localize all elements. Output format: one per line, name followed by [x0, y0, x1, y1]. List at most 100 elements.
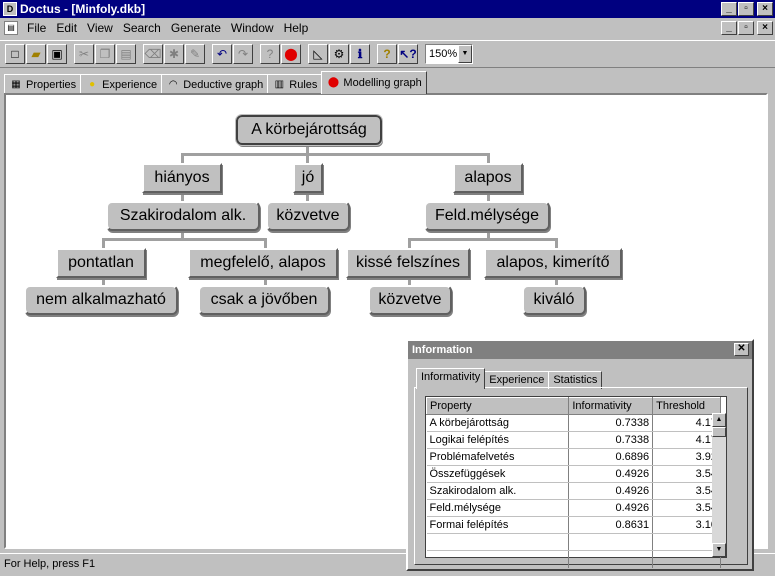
tab-rules[interactable]: ▥ Rules [267, 74, 323, 94]
tab-deductive-graph[interactable]: ◠ Deductive graph [161, 74, 269, 94]
tab-experience[interactable]: ● Experience [80, 74, 163, 94]
graph-node-kozvetve-2[interactable]: közvetve [368, 285, 452, 315]
copy-icon[interactable]: ❐ [95, 44, 115, 64]
graph-node-feld-melysege[interactable]: Feld.mélysége [424, 201, 550, 231]
graph-node-root[interactable]: A körbejárottság [235, 114, 383, 146]
scroll-thumb[interactable] [712, 427, 726, 437]
graph-node-alapos[interactable]: alapos [453, 163, 523, 193]
table-row[interactable]: A körbejárottság 0.7338 4.17 [426, 414, 721, 432]
cell-threshold: 3.54 [652, 465, 721, 483]
window-title: Doctus - [Minfoly.dkb] [20, 2, 146, 16]
graph-node-megfelelo-alapos[interactable]: megfelelő, alapos [188, 248, 338, 278]
cell-informativity: 0.7338 [568, 431, 654, 449]
cell-threshold: 3.54 [652, 482, 721, 500]
information-title: Information [412, 344, 473, 356]
tab-label: Deductive graph [183, 78, 264, 91]
tab-properties[interactable]: ▦ Properties [4, 74, 82, 94]
doc-close-button[interactable]: × [757, 21, 773, 35]
table-row-empty[interactable] [426, 533, 721, 551]
cut-icon[interactable]: ✂ [74, 44, 94, 64]
table-row[interactable]: Problémafelvetés 0.6896 3.92 [426, 448, 721, 466]
minimize-button[interactable]: _ [721, 2, 737, 16]
table-scrollbar[interactable]: ▲ ▼ [712, 413, 726, 557]
cell-property: A körbejárottság [426, 414, 570, 432]
doc-minimize-button[interactable]: _ [721, 21, 737, 35]
graph-node-hianyos[interactable]: hiányos [142, 163, 222, 193]
graph-node-nem-alkalmazhato[interactable]: nem alkalmazható [24, 285, 178, 315]
redo-icon[interactable]: ↷ [233, 44, 253, 64]
doctus-icon[interactable]: D [3, 2, 17, 16]
cell-threshold: 3.92 [652, 448, 721, 466]
cell-informativity: 0.4926 [568, 482, 654, 500]
menu-window[interactable]: Window [226, 21, 279, 35]
undo-icon[interactable]: ↶ [212, 44, 232, 64]
menu-view[interactable]: View [82, 21, 118, 35]
edit-icon[interactable]: ✎ [185, 44, 205, 64]
cell-property: Logikai felépítés [426, 431, 570, 449]
menu-edit[interactable]: Edit [51, 21, 82, 35]
cell-property: Problémafelvetés [426, 448, 570, 466]
restore-button[interactable]: ▫ [738, 2, 754, 16]
graph-node-jo[interactable]: jó [293, 163, 323, 193]
information-title-bar[interactable]: Information ✕ [408, 341, 752, 359]
table-header-row: Property Informativity Threshold [425, 397, 721, 415]
cell-property: Szakirodalom alk. [426, 482, 570, 500]
properties-icon: ▦ [11, 78, 21, 90]
doc-restore-button[interactable]: ▫ [738, 21, 754, 35]
graph-node-pontatlan[interactable]: pontatlan [56, 248, 146, 278]
table-row[interactable]: Formai felépítés 0.8631 3.10 [426, 516, 721, 534]
open-folder-icon[interactable]: ▰ [26, 44, 46, 64]
informativity-table[interactable]: Property Informativity Threshold A körbe… [425, 396, 727, 568]
table-row[interactable]: Feld.mélysége 0.4926 3.54 [426, 499, 721, 517]
eraser-icon[interactable]: ⌫ [143, 44, 163, 64]
graph-node-alapos-kimerito[interactable]: alapos, kimerítő [484, 248, 622, 278]
triangle-ruler-icon[interactable]: ◺ [308, 44, 328, 64]
deductive-icon: ◠ [168, 78, 178, 90]
new-file-icon[interactable]: □ [5, 44, 25, 64]
table-row-empty[interactable] [426, 550, 721, 568]
asterisk-icon[interactable]: ✱ [164, 44, 184, 64]
info-icon[interactable]: ℹ [350, 44, 370, 64]
table-row[interactable]: Szakirodalom alk. 0.4926 3.54 [426, 482, 721, 500]
table-row[interactable]: Összefüggések 0.4926 3.54 [426, 465, 721, 483]
column-header-informativity[interactable]: Informativity [568, 397, 654, 415]
graph-node-csak-a-jovoben[interactable]: csak a jövőben [198, 285, 330, 315]
gear-icon[interactable]: ⚙ [329, 44, 349, 64]
title-bar: D Doctus - [Minfoly.dkb] _ ▫ × [0, 0, 775, 18]
tab-label: Modelling graph [343, 77, 422, 89]
close-icon[interactable]: ✕ [734, 343, 749, 356]
graph-node-kozvetve-1[interactable]: közvetve [266, 201, 350, 231]
save-disk-icon[interactable]: ▣ [47, 44, 67, 64]
menu-file[interactable]: File [22, 21, 51, 35]
red-cylinder-icon[interactable]: ⬤ [281, 44, 301, 64]
column-header-threshold[interactable]: Threshold [652, 397, 721, 415]
informativity-panel: Property Informativity Threshold A körbe… [414, 387, 748, 568]
lightbulb-icon: ● [89, 78, 96, 90]
question-mark-icon[interactable]: ? [260, 44, 280, 64]
zoom-select[interactable]: 150% ▼ [425, 44, 473, 64]
graph-node-szakirodalom[interactable]: Szakirodalom alk. [106, 201, 260, 231]
help-icon[interactable]: ? [377, 44, 397, 64]
close-button[interactable]: × [757, 2, 773, 16]
scroll-up-icon[interactable]: ▲ [712, 413, 726, 427]
paste-icon[interactable]: ▤ [116, 44, 136, 64]
scroll-down-icon[interactable]: ▼ [712, 543, 726, 557]
menu-help[interactable]: Help [279, 21, 314, 35]
context-help-icon[interactable]: ↖? [398, 44, 418, 64]
cell-threshold: 4.17 [652, 414, 721, 432]
tab-label: Properties [26, 78, 77, 91]
chevron-down-icon[interactable]: ▼ [458, 45, 472, 63]
column-header-property[interactable]: Property [425, 397, 570, 415]
menu-search[interactable]: Search [118, 21, 166, 35]
table-row[interactable]: Logikai felépítés 0.7338 4.17 [426, 431, 721, 449]
tab-informativity[interactable]: Informativity [416, 368, 486, 389]
tab-label: Rules [289, 78, 318, 91]
cell-property: Összefüggések [426, 465, 570, 483]
menu-generate[interactable]: Generate [166, 21, 226, 35]
cell-threshold: 3.54 [652, 499, 721, 517]
status-text: For Help, press F1 [4, 558, 96, 570]
graph-node-kivalo[interactable]: kiváló [522, 285, 586, 315]
graph-node-kisse-felszines[interactable]: kissé felszínes [346, 248, 470, 278]
cell-property: Formai felépítés [426, 516, 570, 534]
tab-modelling-graph[interactable]: ⬤ Modelling graph [321, 71, 427, 94]
